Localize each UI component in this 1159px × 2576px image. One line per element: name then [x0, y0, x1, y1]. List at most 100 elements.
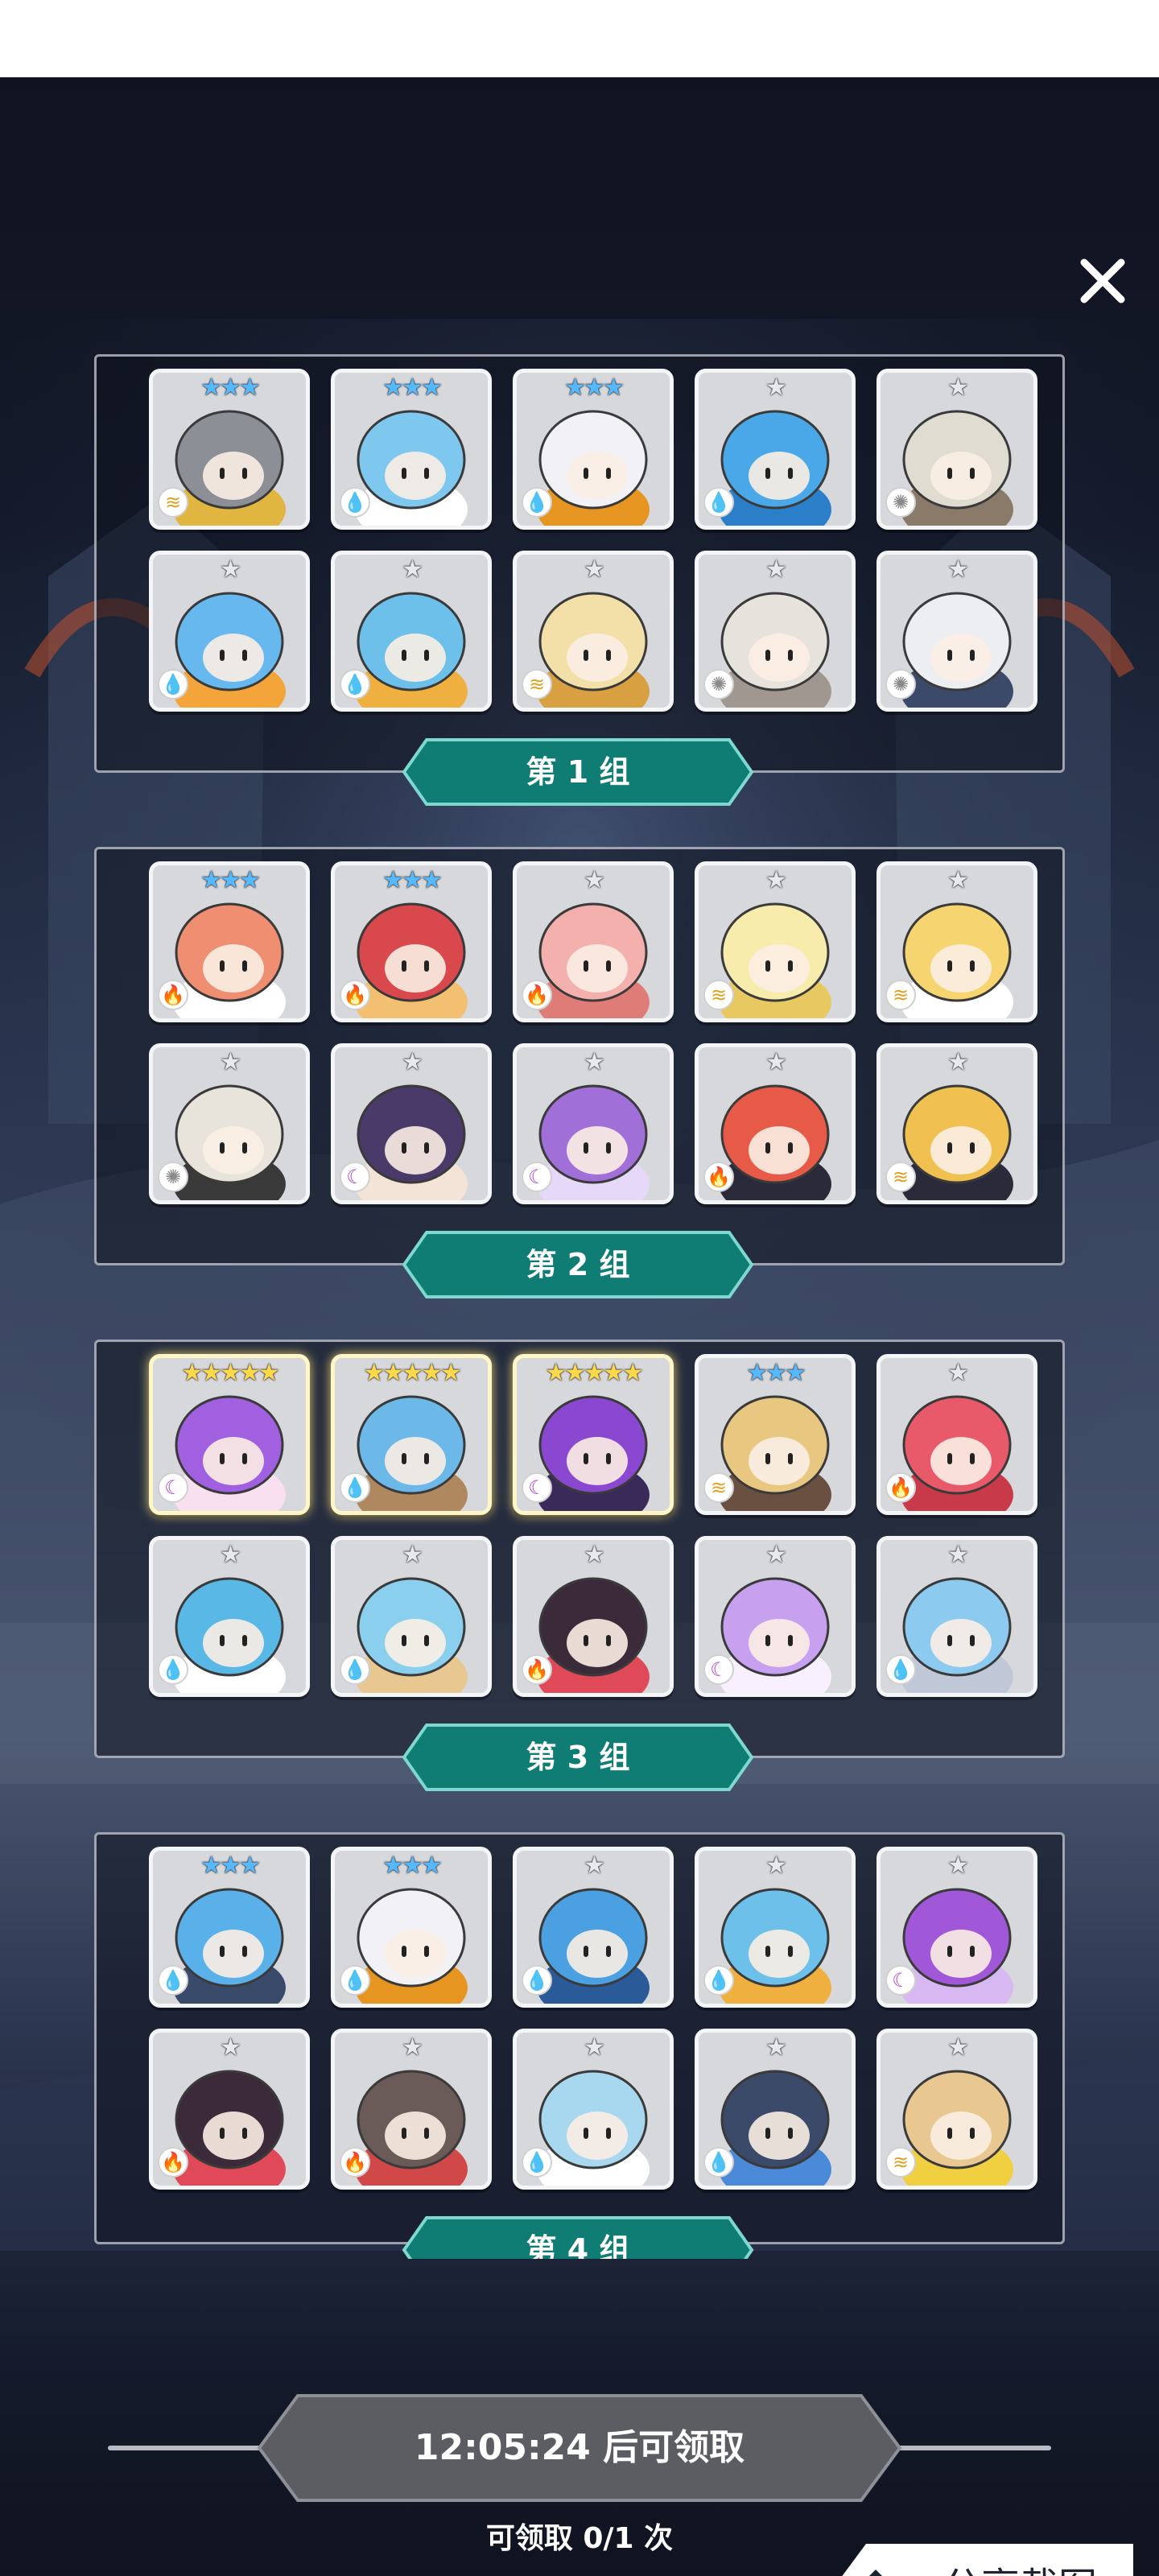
lineup-scene: ★★★ ≋ ★★★ 💧 ★★★ 💧 ★ 💧 ★ ✺ ★ 💧 ★ 💧 ★ ≋ ★ ✺ ★ ✺ ★★★ 🔥 ★★★ 🔥 ★ 🔥 ★ ≋ ★ ≋…: [0, 77, 1159, 2576]
star-rating: ★★★★★: [181, 1359, 279, 1387]
fire-icon: 🔥: [340, 2147, 370, 2178]
sun-icon: ✺: [158, 1162, 188, 1192]
hero-card[interactable]: ★ ✺: [695, 551, 856, 712]
moon-icon: ☾: [885, 1965, 916, 1996]
star-rating: ★: [947, 866, 969, 894]
hero-card[interactable]: ★ ☾: [695, 1536, 856, 1697]
star-rating: ★: [765, 555, 787, 584]
hero-card[interactable]: ★ ✺: [876, 551, 1037, 712]
hero-card[interactable]: ★★★★★ ☾: [513, 1354, 674, 1515]
sun-icon: ✺: [885, 669, 916, 700]
water-drop-icon: 💧: [703, 1965, 734, 1996]
hero-card[interactable]: ★ ☾: [876, 1847, 1037, 2008]
fire-icon: 🔥: [340, 980, 370, 1010]
star-rating: ★: [947, 1359, 969, 1387]
group-label-text: 第 2 组: [526, 1247, 630, 1282]
hero-card[interactable]: ★ 💧: [331, 551, 492, 712]
group-label-4: 第 4 组: [386, 2215, 769, 2259]
hero-card[interactable]: ★★★ 💧: [513, 369, 674, 530]
hero-card[interactable]: ★ ≋: [695, 861, 856, 1022]
moon-icon: ☾: [158, 1472, 188, 1503]
star-rating: ★: [947, 1852, 969, 1880]
claim-timer: 12:05:24 后可领取: [108, 2392, 1051, 2504]
hero-card[interactable]: ★ ✺: [149, 1043, 310, 1204]
star-rating: ★: [584, 1852, 605, 1880]
hero-card[interactable]: ★★★ 🔥: [331, 861, 492, 1022]
star-rating: ★: [402, 555, 423, 584]
star-rating: ★: [584, 555, 605, 584]
water-drop-icon: 💧: [340, 1472, 370, 1503]
hero-card[interactable]: ★★★ ≋: [149, 369, 310, 530]
hero-card[interactable]: ★★★★★ ☾: [149, 1354, 310, 1515]
hero-card[interactable]: ★★★ 🔥: [149, 861, 310, 1022]
share-screenshot-button[interactable]: 分享截图: [834, 2544, 1133, 2576]
hero-card[interactable]: ★ 🔥: [695, 1043, 856, 1204]
hero-card[interactable]: ★ 💧: [513, 2029, 674, 2190]
star-rating: ★★★: [200, 374, 261, 402]
hero-card[interactable]: ★ ≋: [876, 861, 1037, 1022]
hero-card[interactable]: ★★★ 💧: [331, 1847, 492, 2008]
water-drop-icon: 💧: [522, 487, 552, 518]
water-drop-icon: 💧: [340, 487, 370, 518]
water-drop-icon: 💧: [340, 1965, 370, 1996]
moon-icon: ☾: [522, 1162, 552, 1192]
moon-icon: ☾: [522, 1472, 552, 1503]
star-rating: ★: [765, 374, 787, 402]
star-rating: ★: [584, 2033, 605, 2062]
hero-card[interactable]: ★ 🔥: [149, 2029, 310, 2190]
wind-icon: ≋: [522, 669, 552, 700]
hero-card[interactable]: ★ ≋: [876, 2029, 1037, 2190]
star-rating: ★: [765, 2033, 787, 2062]
hero-card[interactable]: ★ 💧: [513, 1847, 674, 2008]
hero-card[interactable]: ★ 💧: [149, 1536, 310, 1697]
hero-card[interactable]: ★ 🔥: [513, 1536, 674, 1697]
group-label-1: 第 1 组: [386, 737, 769, 807]
divider-line-right: [898, 2446, 1051, 2450]
hero-card[interactable]: ★ ☾: [513, 1043, 674, 1204]
hero-card[interactable]: ★ ☾: [331, 1043, 492, 1204]
hero-card[interactable]: ★ ≋: [876, 1043, 1037, 1204]
hero-card[interactable]: ★ 💧: [695, 2029, 856, 2190]
wind-icon: ≋: [158, 487, 188, 518]
star-rating: ★: [765, 1852, 787, 1880]
claim-timer-text: 12:05:24 后可领取: [414, 2427, 745, 2468]
hero-card[interactable]: ★ 💧: [695, 369, 856, 530]
hero-card[interactable]: ★ 💧: [695, 1847, 856, 2008]
wind-icon: ≋: [703, 1472, 734, 1503]
star-rating: ★★★: [200, 1852, 261, 1880]
hero-card[interactable]: ★ 🔥: [331, 2029, 492, 2190]
star-rating: ★★★: [564, 374, 625, 402]
hero-card[interactable]: ★★★★★ 💧: [331, 1354, 492, 1515]
star-rating: ★: [584, 1541, 605, 1569]
star-rating: ★: [402, 1048, 423, 1076]
claim-timer-button[interactable]: 12:05:24 后可领取: [256, 2392, 903, 2504]
hero-card[interactable]: ★ 🔥: [513, 861, 674, 1022]
fire-icon: 🔥: [522, 980, 552, 1010]
water-drop-icon: 💧: [340, 1654, 370, 1685]
hero-card[interactable]: ★ 💧: [149, 551, 310, 712]
group-label-2: 第 2 组: [386, 1230, 769, 1299]
star-rating: ★: [765, 866, 787, 894]
star-rating: ★: [584, 1048, 605, 1076]
hero-card[interactable]: ★ 💧: [876, 1536, 1037, 1697]
fire-icon: 🔥: [158, 2147, 188, 2178]
wind-icon: ≋: [885, 1162, 916, 1192]
hero-card[interactable]: ★★★ 💧: [149, 1847, 310, 2008]
star-rating: ★: [947, 374, 969, 402]
close-button[interactable]: [1074, 253, 1131, 309]
star-rating: ★: [947, 555, 969, 584]
star-rating: ★★★: [746, 1359, 806, 1387]
water-drop-icon: 💧: [158, 1965, 188, 1996]
water-drop-icon: 💧: [703, 2147, 734, 2178]
water-drop-icon: 💧: [340, 669, 370, 700]
hero-card[interactable]: ★ 🔥: [876, 1354, 1037, 1515]
hero-card[interactable]: ★★★ 💧: [331, 369, 492, 530]
hero-card[interactable]: ★ ✺: [876, 369, 1037, 530]
water-drop-icon: 💧: [158, 1654, 188, 1685]
fire-icon: 🔥: [885, 1472, 916, 1503]
fire-icon: 🔥: [158, 980, 188, 1010]
hero-card[interactable]: ★ 💧: [331, 1536, 492, 1697]
share-button-label: 分享截图: [911, 2544, 1128, 2576]
hero-card[interactable]: ★★★ ≋: [695, 1354, 856, 1515]
hero-card[interactable]: ★ ≋: [513, 551, 674, 712]
